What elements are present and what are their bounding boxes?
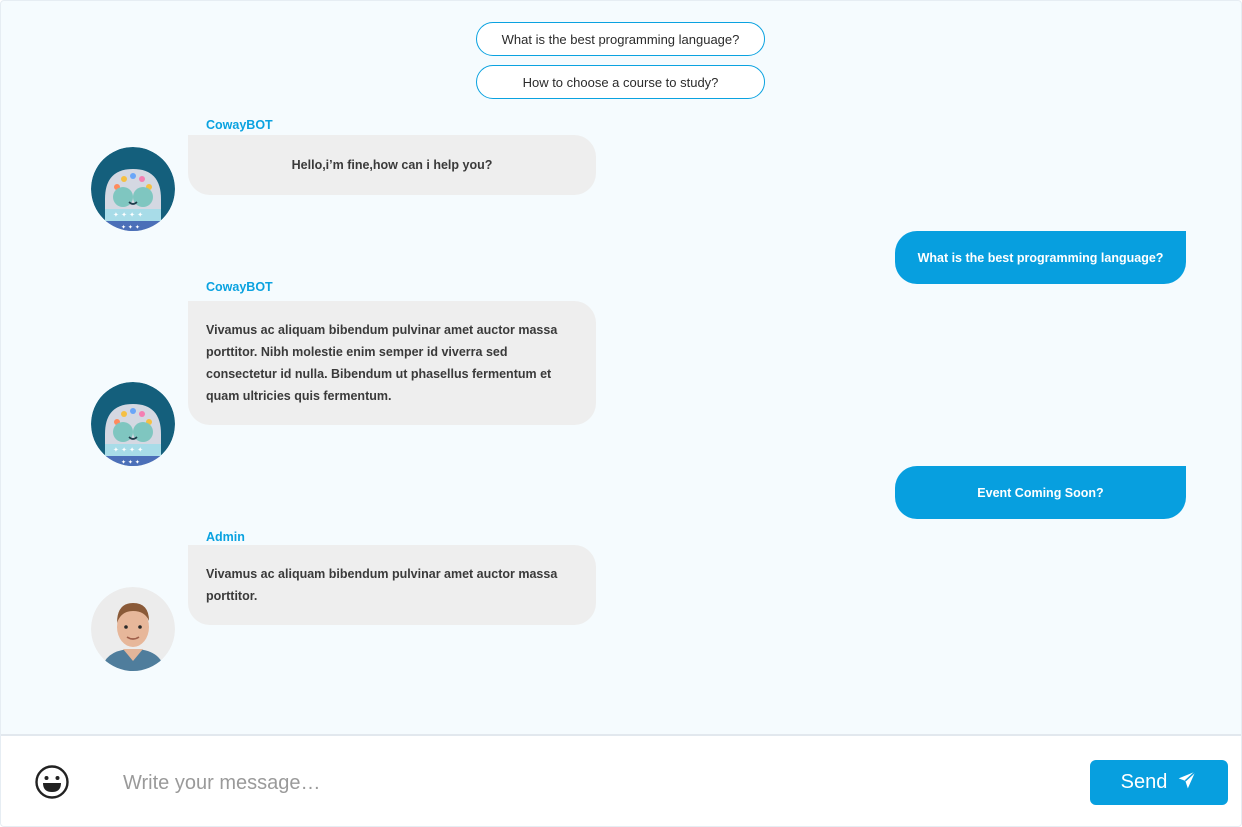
svg-text:✦ ✦ ✦: ✦ ✦ ✦: [121, 224, 140, 231]
incoming-message: Vivamus ac aliquam bibendum pulvinar ame…: [188, 301, 596, 425]
svg-text:✦ ✦ ✦ ✦: ✦ ✦ ✦ ✦: [113, 446, 143, 454]
message-input[interactable]: [121, 762, 1025, 804]
send-button[interactable]: Send: [1090, 760, 1228, 805]
svg-text:✦ ✦ ✦ ✦: ✦ ✦ ✦ ✦: [113, 211, 143, 219]
smiley-icon[interactable]: [34, 764, 70, 800]
paper-plane-icon: [1177, 770, 1197, 796]
outgoing-message: Event Coming Soon?: [895, 466, 1186, 519]
admin-avatar: [91, 587, 175, 671]
suggestion-chip[interactable]: What is the best programming language?: [476, 22, 765, 56]
sender-name: Admin: [206, 530, 245, 544]
sender-name: CowayBOT: [206, 118, 273, 132]
sender-name: CowayBOT: [206, 280, 273, 294]
incoming-message: Hello,i’m fine,how can i help you?: [188, 135, 596, 195]
svg-text:✦ ✦ ✦: ✦ ✦ ✦: [121, 459, 140, 466]
message-composer: Send: [1, 734, 1241, 826]
suggestion-chip[interactable]: How to choose a course to study?: [476, 65, 765, 99]
bot-avatar: ✦ ✦ ✦ ✦ ✦ ✦ ✦: [91, 147, 175, 231]
bot-avatar: ✦ ✦ ✦ ✦ ✦ ✦ ✦: [91, 382, 175, 466]
send-label: Send: [1120, 771, 1168, 793]
incoming-message: Vivamus ac aliquam bibendum pulvinar ame…: [188, 545, 596, 625]
chat-window: What is the best programming language? H…: [0, 0, 1242, 827]
outgoing-message: What is the best programming language?: [895, 231, 1186, 284]
